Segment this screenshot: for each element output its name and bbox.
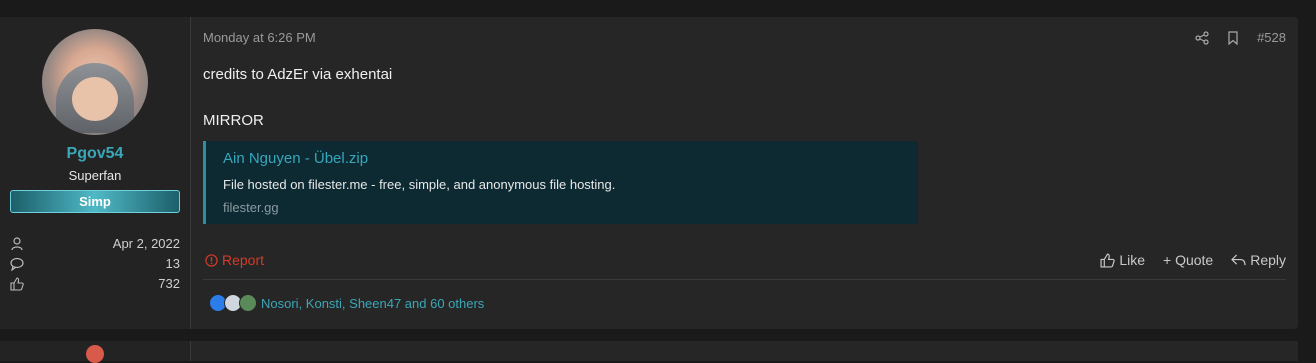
- bookmark-icon[interactable]: [1227, 30, 1239, 45]
- post-container: Pgov54 Superfan Simp Apr 2, 2022 13 732 …: [0, 17, 1298, 329]
- reaction-score: 732: [158, 276, 180, 291]
- embed-title-link[interactable]: Ain Nguyen - Übel.zip: [223, 150, 368, 167]
- user-info-column: Pgov54 Superfan Simp Apr 2, 2022 13 732: [0, 17, 191, 329]
- quote-label: + Quote: [1163, 252, 1214, 268]
- post-top-actions: #528: [1195, 30, 1286, 45]
- joined-date: Apr 2, 2022: [112, 236, 180, 251]
- next-post-container: [0, 341, 1298, 361]
- reply-arrow-icon: [1231, 254, 1246, 265]
- next-post-avatar[interactable]: [86, 345, 104, 363]
- reaction-emoji-icon: [239, 294, 257, 312]
- stat-reactions: 732: [10, 276, 180, 294]
- message-line-mirror: MIRROR: [203, 112, 264, 129]
- user-avatar[interactable]: [42, 29, 148, 135]
- message-count: 13: [165, 256, 180, 271]
- reply-label: Reply: [1250, 252, 1286, 268]
- message-line-credits: credits to AdzEr via exhentai: [203, 66, 393, 83]
- thumbs-up-icon: [1100, 252, 1116, 268]
- like-label: Like: [1119, 252, 1145, 268]
- user-icon: [11, 237, 23, 251]
- stat-messages: 13: [10, 256, 180, 274]
- like-button[interactable]: Like: [1100, 252, 1145, 268]
- report-link[interactable]: Report: [205, 252, 264, 268]
- quote-button[interactable]: + Quote: [1163, 252, 1213, 268]
- reactions-summary[interactable]: Nosori, Konsti, Sheen47 and 60 others: [261, 296, 484, 311]
- share-icon[interactable]: [1195, 30, 1209, 45]
- post-main: Monday at 6:26 PM #528 credits to AdzEr …: [191, 17, 1298, 329]
- post-date[interactable]: Monday at 6:26 PM: [203, 30, 316, 45]
- reply-button[interactable]: Reply: [1231, 252, 1286, 268]
- embed-domain: filester.gg: [223, 200, 279, 215]
- user-banner: Simp: [10, 190, 180, 213]
- post-actions: Like + Quote Reply: [1100, 252, 1286, 268]
- warning-circle-icon: [205, 253, 218, 267]
- link-embed-card[interactable]: Ain Nguyen - Übel.zip File hosted on fil…: [203, 141, 918, 224]
- post-number[interactable]: #528: [1257, 30, 1286, 45]
- username-link[interactable]: Pgov54: [0, 145, 190, 163]
- actions-divider: [203, 279, 1286, 280]
- embed-description: File hosted on filester.me - free, simpl…: [223, 177, 616, 192]
- report-label: Report: [222, 252, 265, 268]
- thumbs-up-icon: [10, 277, 24, 291]
- speech-bubble-icon: [10, 257, 24, 271]
- reactions-bar[interactable]: Nosori, Konsti, Sheen47 and 60 others: [209, 294, 484, 312]
- stat-joined: Apr 2, 2022: [10, 236, 180, 254]
- user-title: Superfan: [68, 168, 122, 183]
